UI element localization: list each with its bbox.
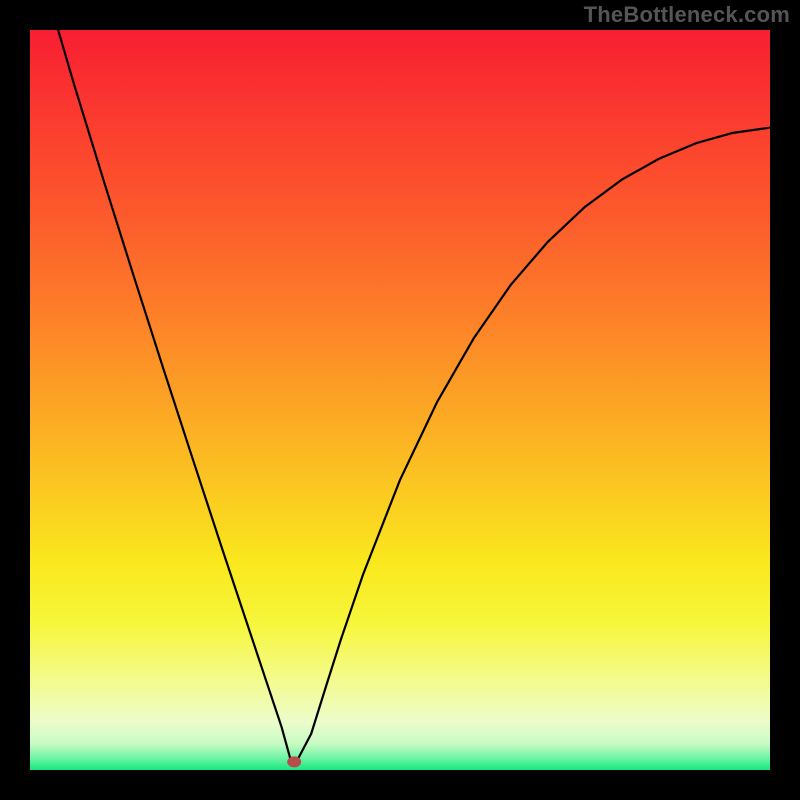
gradient-background — [30, 30, 770, 770]
minimum-marker — [287, 756, 301, 767]
chart-frame: TheBottleneck.com — [0, 0, 800, 800]
plot-area — [30, 30, 770, 770]
chart-svg — [30, 30, 770, 770]
watermark-text: TheBottleneck.com — [584, 2, 790, 28]
